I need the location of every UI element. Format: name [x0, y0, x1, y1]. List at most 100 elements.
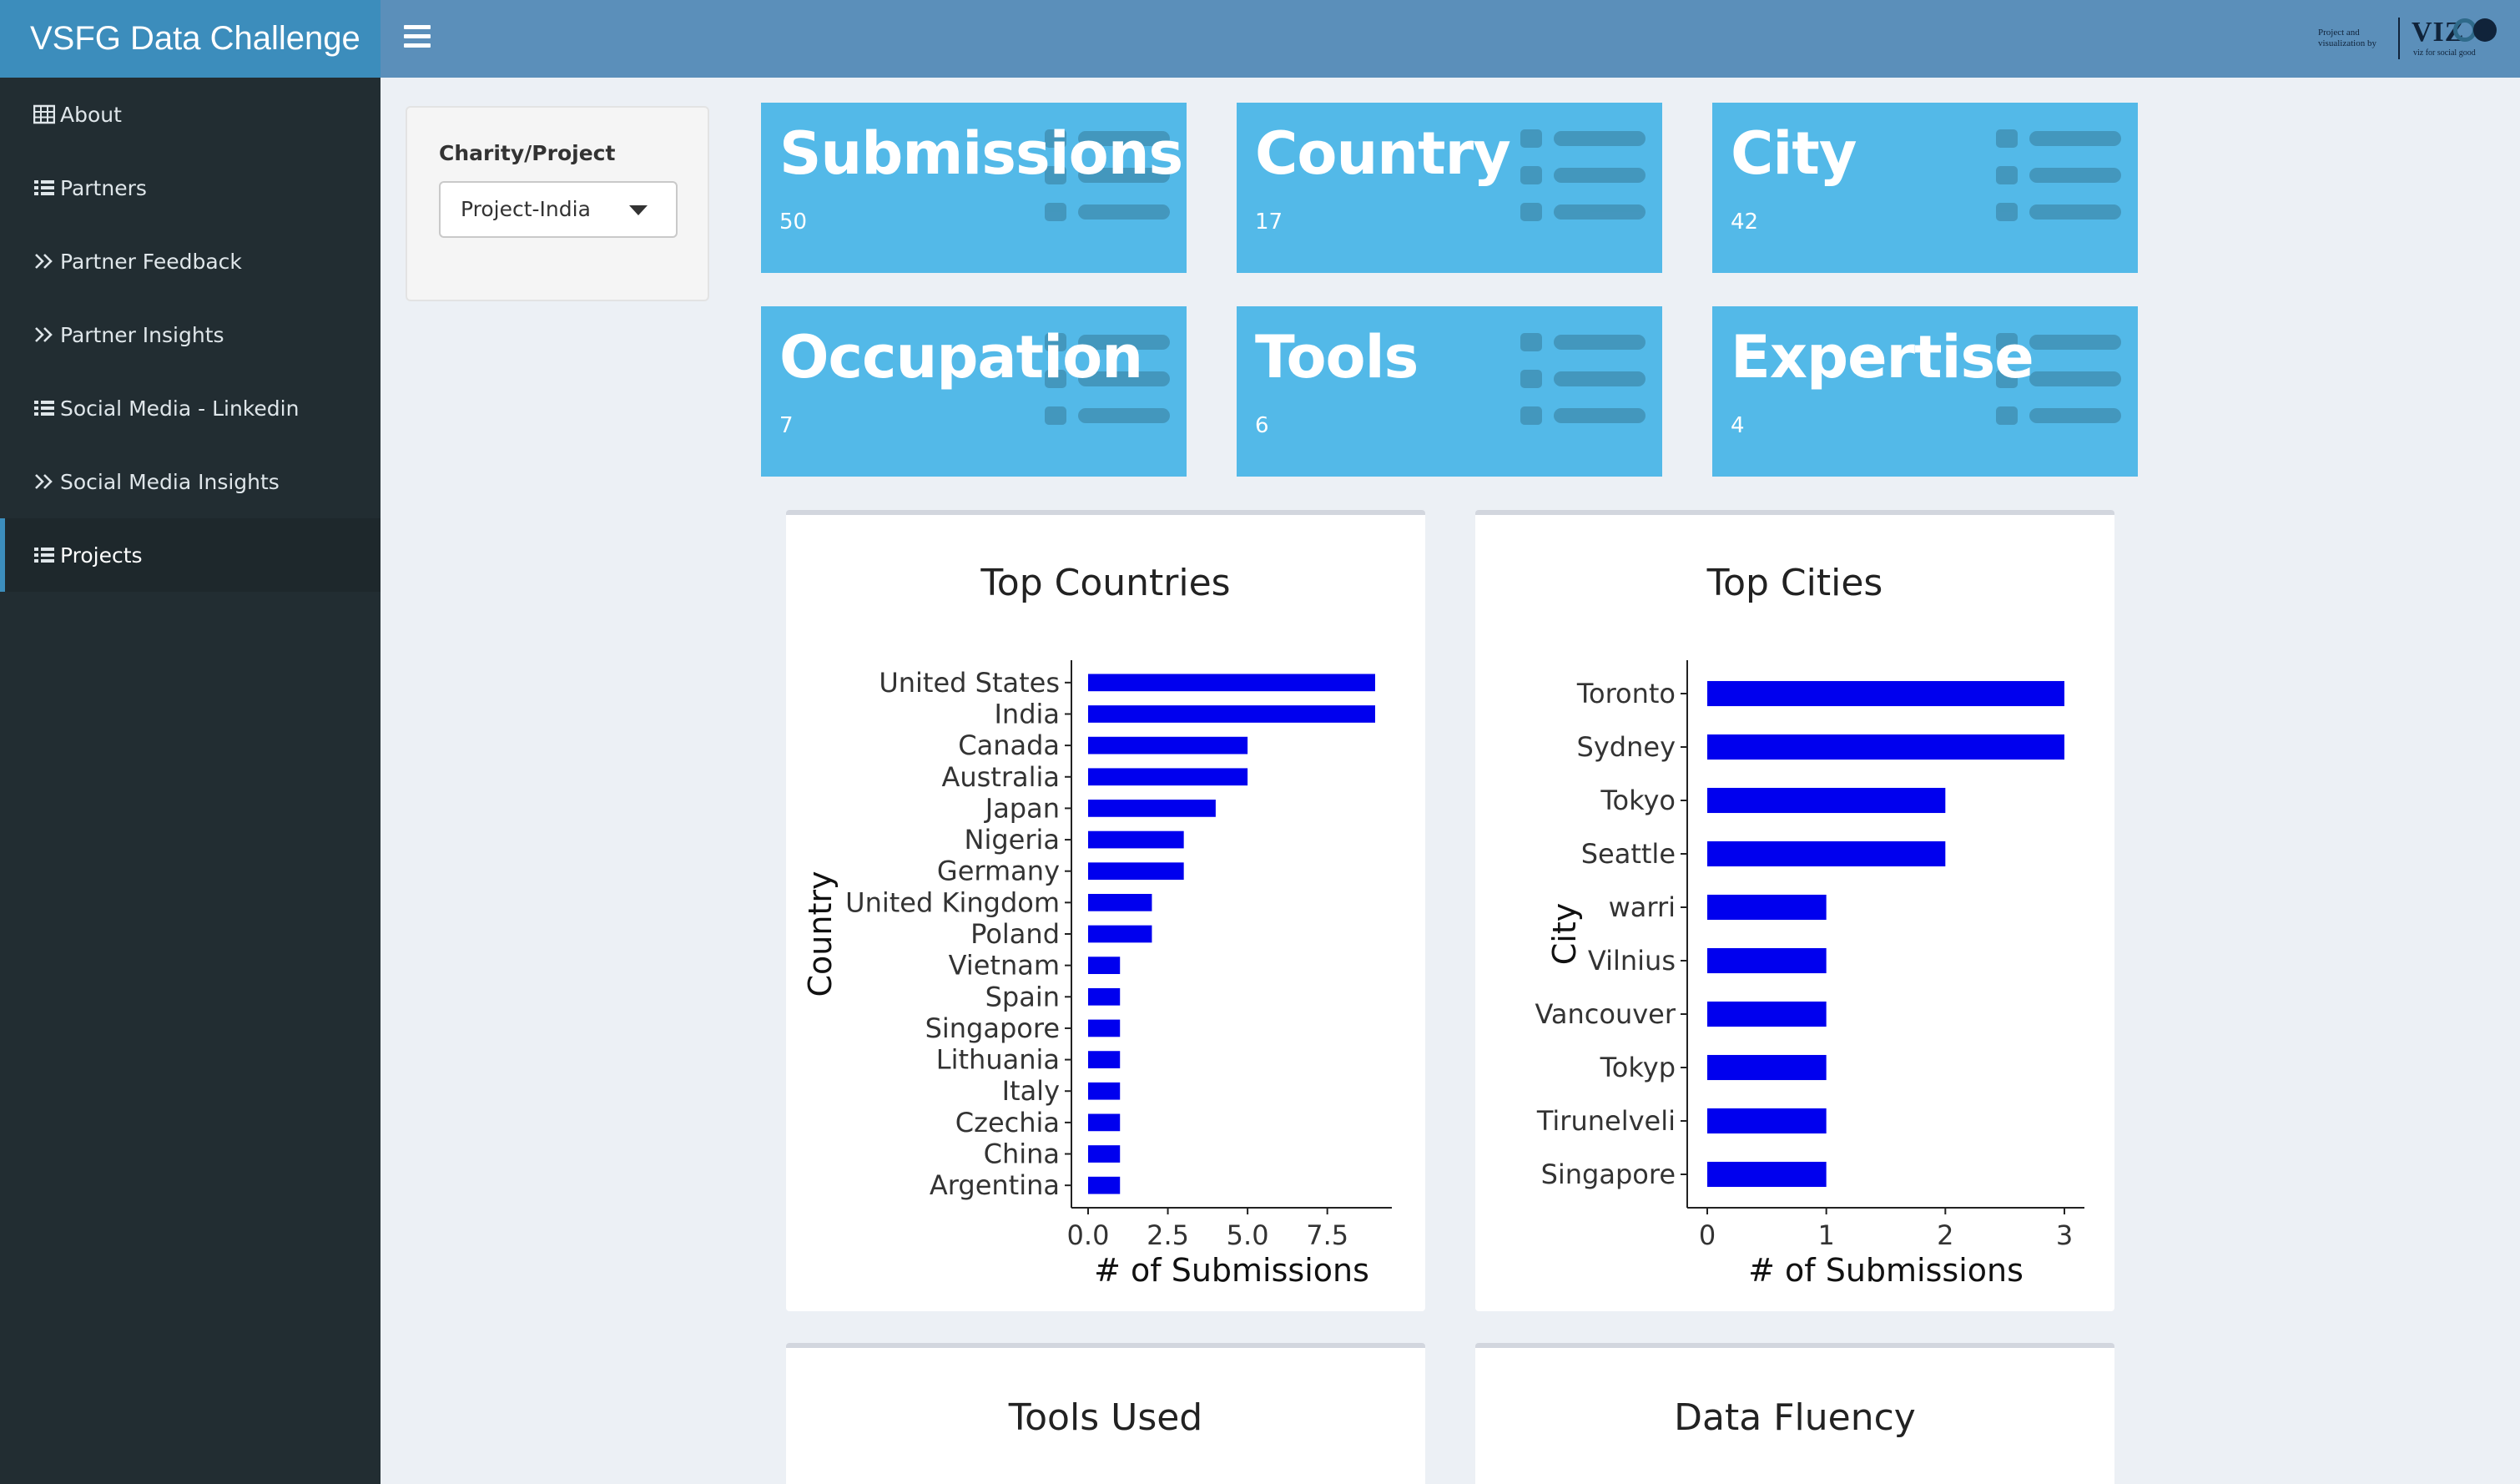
x-tick-label: 3 — [2056, 1219, 2073, 1251]
tools-used-title: Tools Used — [1008, 1396, 1203, 1439]
brand-tagline: viz for social good — [2413, 48, 2476, 58]
sidebar-item-partners[interactable]: Partners — [0, 151, 381, 225]
bar — [1088, 1051, 1121, 1068]
sidebar-toggle-icon[interactable] — [404, 25, 431, 52]
sidebar-item-about[interactable]: About — [0, 78, 381, 151]
y-tick-label: Canada — [958, 729, 1060, 761]
bar — [1088, 1082, 1121, 1100]
bar — [1707, 680, 2064, 707]
bar — [1088, 987, 1121, 1006]
y-tick-label: Singapore — [1541, 1158, 1676, 1190]
sidebar-item-label: Social Media - Linkedin — [60, 396, 300, 421]
top-cities-panel: Top Cities Toronto Sydney Tokyo Seattle warr… — [1475, 510, 2114, 1311]
y-tick-label: warri — [1609, 891, 1676, 923]
tools-used-panel: Tools Used — [786, 1343, 1425, 1484]
sidebar-item-label: Social Media Insights — [60, 469, 280, 494]
value-box-number: 17 — [1255, 209, 1283, 235]
bar — [1088, 768, 1248, 786]
x-tick-label: 0 — [1699, 1219, 1716, 1251]
double-chevron-icon — [32, 324, 57, 346]
value-box-title: Tools — [1255, 323, 1419, 391]
caret-down-icon — [629, 205, 648, 215]
sidebar-item-partner-insights[interactable]: Partner Insights — [0, 298, 381, 371]
brand-credit-line2: visualization by — [2318, 38, 2376, 48]
bar — [1088, 830, 1184, 849]
filter-label: Charity/Project — [439, 141, 616, 165]
expertise-value-box: Expertise 4 — [1712, 306, 2138, 477]
bar — [1088, 1113, 1121, 1132]
x-tick-label: 1 — [1817, 1219, 1834, 1251]
x-tick-label: 5.0 — [1227, 1219, 1269, 1251]
filter-panel: Charity/Project Project-India — [406, 106, 709, 301]
x-tick-label: 7.5 — [1306, 1219, 1348, 1251]
list-icon — [32, 544, 57, 566]
sidebar-item-label: Projects — [60, 543, 143, 568]
top-countries-chart: United StatesIndiaCanadaAustraliaJapanNi… — [802, 660, 1392, 1289]
top-countries-panel: Top Countries United States India Canada Au… — [786, 510, 1425, 1311]
bar — [1707, 894, 1827, 921]
value-box-number: 50 — [779, 209, 808, 235]
bar — [1088, 1176, 1121, 1194]
y-tick-label: Nigeria — [965, 824, 1060, 856]
y-tick-label: China — [984, 1138, 1060, 1170]
x-tick-label: 0.0 — [1067, 1219, 1110, 1251]
top-navbar: Project and visualization by VIZ viz for… — [381, 0, 2520, 78]
submissions-value-box: Submissions 50 — [761, 103, 1187, 273]
y-tick-label: Vilnius — [1588, 945, 1676, 977]
brand-credit-line1: Project and — [2318, 28, 2360, 38]
bar — [1707, 787, 1946, 814]
bar — [1088, 674, 1375, 692]
bar — [1088, 862, 1184, 881]
value-box-number: 42 — [1731, 209, 1759, 235]
bar — [1088, 957, 1121, 974]
list-icon — [1520, 129, 1646, 221]
y-tick-label: India — [994, 698, 1060, 729]
bar — [1707, 947, 1827, 974]
sidebar-item-social-media-linkedin[interactable]: Social Media - Linkedin — [0, 371, 381, 445]
bar — [1088, 894, 1152, 911]
y-tick-label: Germany — [937, 856, 1060, 887]
y-tick-label: Tokyp — [1600, 1052, 1676, 1083]
bar — [1707, 1001, 1827, 1027]
sidebar-item-label: About — [60, 102, 122, 127]
y-tick-label: Vancouver — [1535, 998, 1676, 1030]
bar — [1707, 1108, 1827, 1134]
viz-for-social-good-logo: VIZ viz for social good — [2408, 15, 2500, 62]
value-box-number: 6 — [1255, 413, 1269, 438]
y-tick-label: United Kingdom — [845, 886, 1060, 918]
y-tick-label: Seattle — [1581, 838, 1676, 870]
y-tick-label: Vietnam — [949, 950, 1060, 982]
value-box-title: Country — [1255, 119, 1511, 188]
y-tick-label: Spain — [985, 981, 1060, 1012]
bar — [1707, 1161, 1827, 1188]
sidebar-item-projects[interactable]: Projects — [0, 518, 381, 592]
list-icon — [32, 397, 57, 419]
sidebar-item-partner-feedback[interactable]: Partner Feedback — [0, 225, 381, 298]
sidebar-item-label: Partner Feedback — [60, 249, 242, 274]
bar — [1088, 705, 1375, 723]
list-icon — [1520, 333, 1646, 425]
sidebar-item-social-media-insights[interactable]: Social Media Insights — [0, 445, 381, 518]
y-tick-label: Japan — [984, 792, 1060, 824]
country-value-box: Country 17 — [1237, 103, 1662, 273]
top-cities-chart: Toronto Sydney Tokyo Seattle warri Vilnius Van… — [1535, 660, 2084, 1289]
y-tick-label: Tirunelveli — [1536, 1105, 1676, 1137]
bar — [1707, 734, 2064, 760]
y-tick-label: Singapore — [925, 1012, 1060, 1044]
project-select[interactable]: Project-India — [439, 181, 678, 238]
value-box-title: City — [1731, 119, 1857, 188]
data-fluency-title: Data Fluency — [1674, 1396, 1916, 1439]
double-chevron-icon — [32, 250, 57, 272]
data-fluency-panel: Data Fluency — [1475, 1343, 2114, 1484]
app-title[interactable]: VSFG Data Challenge — [0, 0, 381, 78]
bar — [1088, 736, 1248, 755]
y-tick-label: Argentina — [930, 1169, 1060, 1201]
list-icon — [32, 177, 57, 199]
bar — [1707, 1054, 1827, 1081]
x-axis-label: # of Submissions — [1094, 1252, 1369, 1289]
tools-value-box: Tools 6 — [1237, 306, 1662, 477]
brand-separator — [2398, 18, 2400, 59]
bar — [1088, 1145, 1121, 1163]
value-box-title: Expertise — [1731, 323, 2034, 391]
y-tick-label: Australia — [941, 761, 1060, 793]
